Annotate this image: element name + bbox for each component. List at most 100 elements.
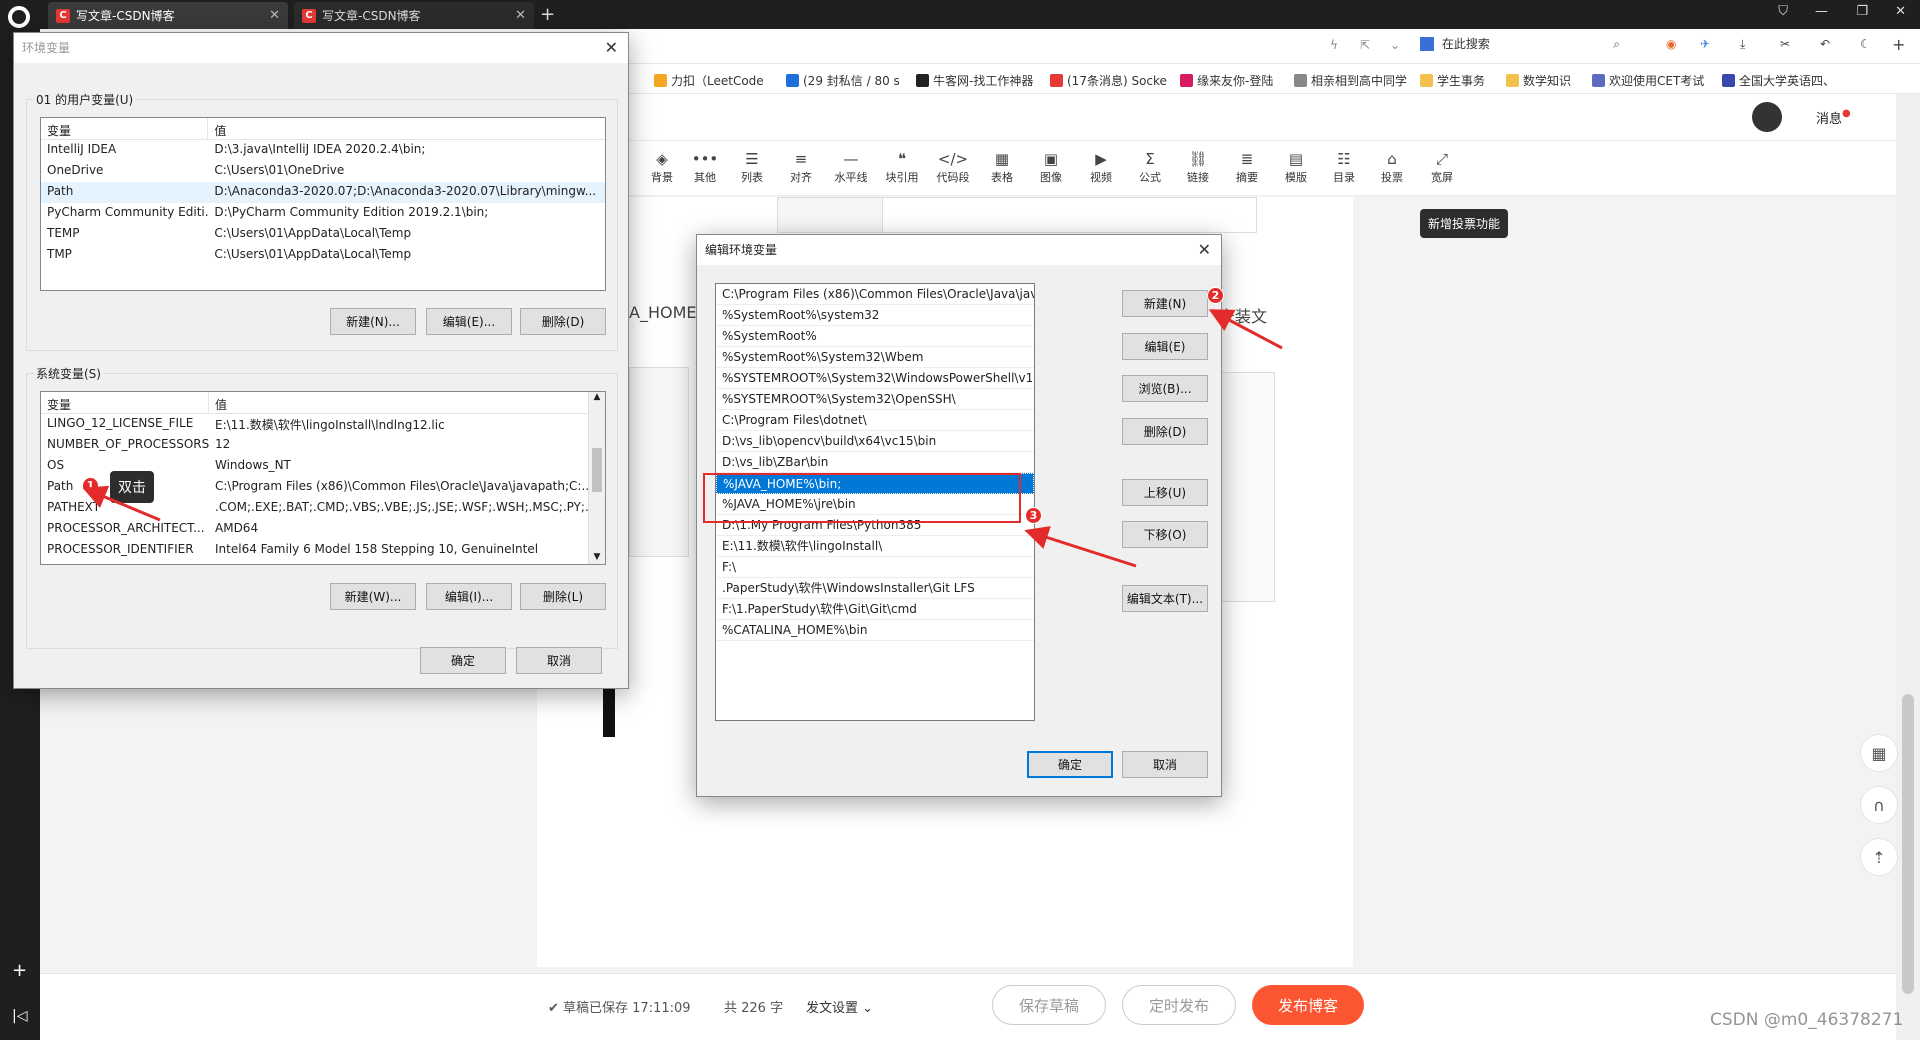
scroll-thumb[interactable] [592, 448, 602, 492]
bookmark-cet[interactable]: 欢迎使用CET考试 [1592, 72, 1704, 89]
toolbar-list-button[interactable]: ☰ 列表 [730, 149, 774, 185]
col-var-header[interactable]: 变量 [41, 118, 209, 139]
sys-edit-button[interactable]: 编辑(I)... [426, 583, 512, 610]
avatar[interactable] [1752, 102, 1782, 132]
path-entry[interactable]: E:\11.数模\软件\lingoInstall\ [716, 536, 1034, 557]
tab-2[interactable]: C 写文章-CSDN博客 ✕ [294, 2, 534, 29]
toolbar-summary-button[interactable]: ≣ 摘要 [1225, 149, 1269, 185]
save-draft-button[interactable]: 保存草稿 [992, 985, 1106, 1025]
user-var-row[interactable]: Path D:\Anaconda3-2020.07;D:\Anaconda3-20… [41, 182, 605, 203]
user-var-row[interactable]: TEMP C:\Users\01\AppData\Local\Temp [41, 224, 605, 245]
edit-cancel-button[interactable]: 取消 [1122, 751, 1208, 778]
bookmark-nowcoder[interactable]: 牛客网-找工作神器 [916, 72, 1033, 89]
path-browse-button[interactable]: 浏览(B)... [1122, 375, 1208, 402]
user-vars-list[interactable]: 变量 值 IntelliJ IDEA D:\3.java\IntelliJ IDE… [40, 117, 606, 291]
tab-1[interactable]: C 写文章-CSDN博客 ✕ [48, 2, 288, 29]
toolbar-widescreen-button[interactable]: ⤢ 宽屏 [1420, 149, 1464, 185]
path-entry[interactable]: %SystemRoot% [716, 326, 1034, 347]
user-var-row[interactable]: IntelliJ IDEA D:\3.java\IntelliJ IDEA 202… [41, 140, 605, 161]
path-edit-button[interactable]: 编辑(E) [1122, 333, 1208, 360]
bookmark-dating[interactable]: 缘来友你-登陆 [1180, 72, 1273, 89]
toolbar-vote-button[interactable]: ⌂ 投票 [1370, 149, 1414, 185]
skin-icon[interactable]: ⛉ [1778, 4, 1788, 19]
bird-icon[interactable]: ✈ [1700, 37, 1710, 51]
sys-vars-scrollbar[interactable]: ▲ ▼ [588, 392, 605, 564]
col-var-header[interactable]: 变量 [41, 392, 209, 413]
publish-button[interactable]: 发布博客 [1252, 985, 1364, 1025]
chevron-down-icon[interactable]: ⌄ [1390, 38, 1400, 52]
edit-dialog-titlebar[interactable]: 编辑环境变量 ✕ [697, 235, 1221, 265]
night-mode-icon[interactable]: ☾ [1860, 37, 1871, 51]
scroll-up-icon[interactable]: ▲ [589, 392, 605, 402]
path-entry[interactable]: .PaperStudy\软件\WindowsInstaller\Git LFS [716, 578, 1034, 599]
sys-delete-button[interactable]: 删除(L) [520, 583, 606, 610]
path-edit-text-button[interactable]: 编辑文本(T)... [1122, 585, 1208, 612]
bookmark-math[interactable]: 数学知识 [1506, 72, 1571, 89]
path-entry[interactable]: %SYSTEMROOT%\System32\WindowsPowerShell\… [716, 368, 1034, 389]
headset-icon[interactable]: ∩ [1860, 786, 1898, 824]
user-var-row[interactable]: OneDrive C:\Users\01\OneDrive [41, 161, 605, 182]
toolbar-video-button[interactable]: ▶ 视频 [1079, 149, 1123, 185]
path-entry[interactable]: %SystemRoot%\System32\Wbem [716, 347, 1034, 368]
col-val-header[interactable]: 值 [209, 392, 589, 413]
path-entry[interactable]: %CATALINA_HOME%\bin [716, 620, 1034, 641]
path-entry[interactable]: C:\Program Files\dotnet\ [716, 410, 1034, 431]
path-move-up-button[interactable]: 上移(U) [1122, 479, 1208, 506]
restore-icon[interactable]: ❐ [1856, 4, 1868, 19]
toolbar-more-button[interactable]: ••• 其他 [683, 149, 727, 185]
toolbar-code-button[interactable]: </> 代码段 [931, 149, 975, 185]
sys-var-row[interactable]: PROCESSOR_IDENTIFIER Intel64 Family 6 Mod… [41, 540, 605, 561]
add-icon[interactable]: + [12, 960, 27, 981]
sys-new-button[interactable]: 新建(W)... [330, 583, 416, 610]
env-cancel-button[interactable]: 取消 [516, 647, 602, 674]
close-icon[interactable]: ✕ [1198, 235, 1211, 265]
path-entry[interactable]: %SYSTEMROOT%\System32\OpenSSH\ [716, 389, 1034, 410]
path-move-down-button[interactable]: 下移(O) [1122, 521, 1208, 548]
game-icon[interactable]: ◉ [1666, 37, 1676, 51]
path-entry[interactable]: %SystemRoot%\system32 [716, 305, 1034, 326]
bookmark-leetcode[interactable]: 力扣（LeetCode [654, 72, 764, 89]
bookmark-student-affairs[interactable]: 学生事务 [1420, 72, 1485, 89]
bookmark-csdn[interactable]: (17条消息) Socke [1050, 72, 1167, 89]
edit-ok-button[interactable]: 确定 [1027, 751, 1113, 778]
messages-link[interactable]: 消息● [1816, 108, 1851, 127]
toolbar-link-button[interactable]: ⛓ 链接 [1176, 149, 1220, 185]
undo-icon[interactable]: ↶ [1820, 37, 1830, 51]
path-entry[interactable]: D:\vs_lib\opencv\build\x64\vc15\bin [716, 431, 1034, 452]
close-tab-icon[interactable]: ✕ [515, 8, 526, 23]
toolbar-formula-button[interactable]: Σ 公式 [1128, 149, 1172, 185]
env-ok-button[interactable]: 确定 [420, 647, 506, 674]
toolbar-toc-button[interactable]: ☷ 目录 [1322, 149, 1366, 185]
sys-var-row[interactable]: NUMBER_OF_PROCESSORS 12 [41, 435, 605, 456]
user-edit-button[interactable]: 编辑(E)... [426, 308, 512, 335]
bookmark-classmates[interactable]: 相亲相到高中同学 [1294, 72, 1407, 89]
scissors-icon[interactable]: ✂ [1780, 37, 1790, 51]
page-scrollbar[interactable] [1896, 94, 1920, 1040]
toolbar-table-button[interactable]: ▦ 表格 [980, 149, 1024, 185]
close-icon[interactable]: ✕ [605, 33, 618, 63]
sys-var-row[interactable]: PROCESSOR_ARCHITECT... AMD64 [41, 519, 605, 540]
qr-code-icon[interactable]: ▦ [1860, 734, 1898, 772]
user-var-row[interactable]: PyCharm Community Editi... D:\PyCharm Com… [41, 203, 605, 224]
path-entry[interactable]: F:\1.PaperStudy\软件\Git\Git\cmd [716, 599, 1034, 620]
bookmark-zhihu[interactable]: (29 封私信 / 80 s [786, 72, 900, 89]
toolbar-paint-bucket-button[interactable]: ◈ 背景 [640, 149, 684, 185]
toolbar-quote-button[interactable]: ❝ 块引用 [880, 149, 924, 185]
user-var-row[interactable]: TMP C:\Users\01\AppData\Local\Temp [41, 245, 605, 266]
path-entry[interactable]: C:\Program Files (x86)\Common Files\Orac… [716, 284, 1034, 305]
toolbar-hr-button[interactable]: — 水平线 [829, 149, 873, 185]
path-entry[interactable]: D:\vs_lib\ZBar\bin [716, 452, 1034, 473]
sys-var-row[interactable]: LINGO_12_LICENSE_FILE E:\11.数模\软件\lingoIn… [41, 414, 605, 435]
toolbar-template-button[interactable]: ▤ 模版 [1274, 149, 1318, 185]
back-to-top-icon[interactable]: ⇡ [1860, 838, 1898, 876]
add-icon[interactable]: + [1892, 35, 1905, 54]
minimize-icon[interactable]: — [1815, 4, 1828, 19]
page-scrollbar-thumb[interactable] [1902, 694, 1914, 994]
path-entry[interactable]: F:\ [716, 557, 1034, 578]
scroll-down-icon[interactable]: ▼ [589, 552, 605, 562]
search-box[interactable]: 在此搜索 ⌕ [1420, 35, 1620, 57]
user-new-button[interactable]: 新建(N)... [330, 308, 416, 335]
schedule-publish-button[interactable]: 定时发布 [1122, 985, 1236, 1025]
path-delete-button[interactable]: 删除(D) [1122, 418, 1208, 445]
collapse-sidebar-icon[interactable]: |◁ [12, 1008, 27, 1024]
